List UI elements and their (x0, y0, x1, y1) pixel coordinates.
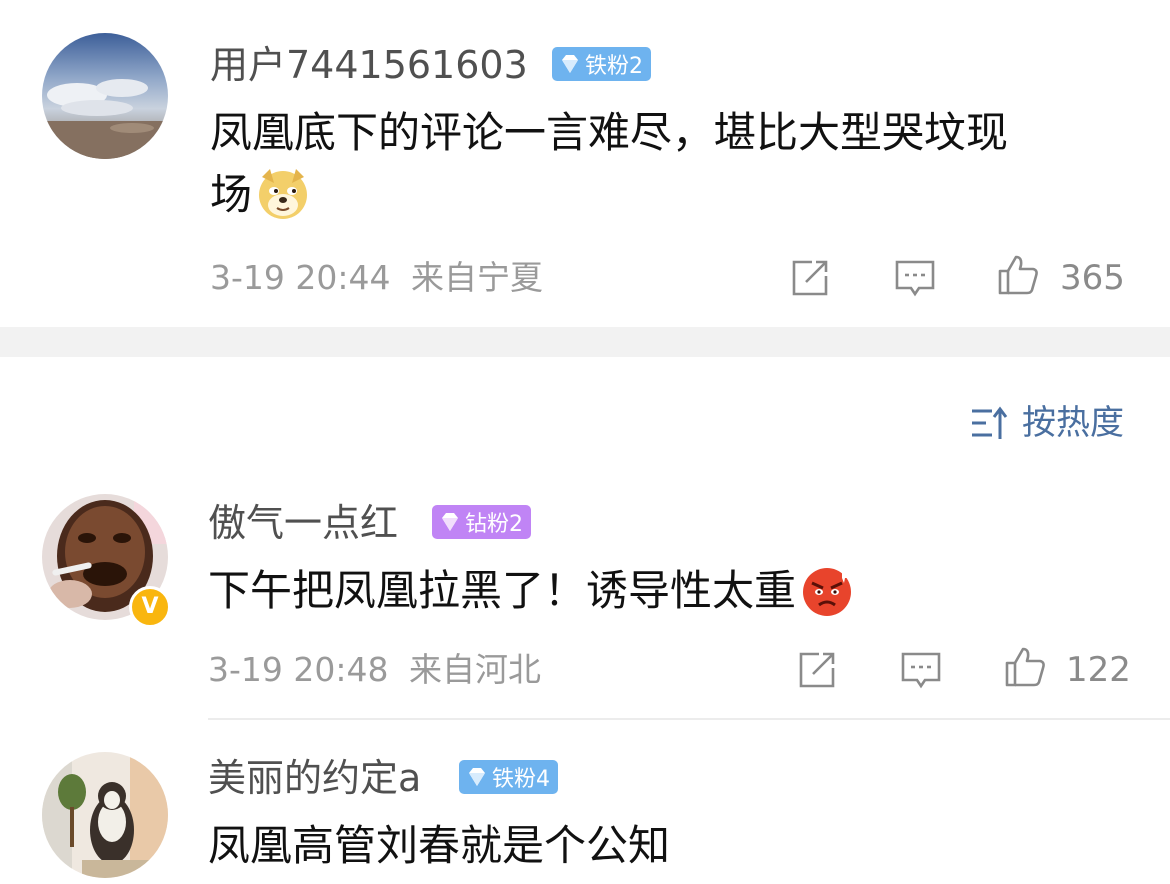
comment-divider (208, 718, 1170, 720)
like-icon[interactable] (996, 253, 1040, 297)
angry-emoji (800, 563, 854, 617)
like-icon[interactable] (1003, 645, 1047, 689)
avatar[interactable] (42, 33, 168, 159)
username[interactable]: 用户7441561603 (210, 42, 528, 88)
sort-label: 按热度 (1022, 403, 1124, 443)
comment-icon[interactable] (899, 648, 943, 692)
comment-text-continued: 场 (210, 164, 310, 226)
comment-text: 下午把凤凰拉黑了！诱导性太重 (208, 560, 854, 622)
username[interactable]: 傲气一点红 (208, 500, 398, 546)
comment-text: 凤凰高管刘春就是个公知 (208, 821, 671, 870)
comment-time: 3-19 20:48 (208, 650, 389, 689)
username[interactable]: 美丽的约定a (208, 755, 421, 801)
section-divider (0, 327, 1170, 357)
verified-badge: V (129, 586, 171, 628)
comment-meta: 3-19 20:48 来自河北 (208, 650, 541, 690)
comment-time: 3-19 20:44 (210, 258, 391, 297)
fan-badge[interactable]: 钻粉2 (432, 505, 531, 539)
comment-location: 来自宁夏 (411, 258, 543, 297)
share-icon[interactable] (788, 256, 832, 300)
comment-meta: 3-19 20:44 来自宁夏 (210, 258, 543, 298)
fan-badge-label: 铁粉2 (585, 54, 643, 79)
sort-icon (972, 406, 1008, 439)
diamond-icon (442, 513, 458, 531)
comment-text-line2: 场 (210, 170, 253, 219)
verified-label: V (141, 594, 159, 619)
comment-icon[interactable] (893, 256, 937, 300)
fan-badge-label: 铁粉4 (492, 767, 550, 792)
share-icon[interactable] (795, 648, 839, 692)
avatar[interactable] (42, 752, 168, 878)
comment-text-content: 下午把凤凰拉黑了！诱导性太重 (208, 566, 797, 615)
comment-text: 凤凰底下的评论一言难尽，堪比大型哭坟现 (210, 108, 1009, 157)
like-count: 122 (1066, 650, 1131, 690)
fan-badge[interactable]: 铁粉2 (552, 47, 651, 81)
fan-badge-label: 钻粉2 (465, 512, 523, 537)
sort-button[interactable]: 按热度 (970, 402, 1124, 444)
diamond-icon (562, 55, 578, 73)
comment-location: 来自河北 (409, 650, 541, 689)
diamond-icon (469, 768, 485, 786)
fan-badge[interactable]: 铁粉4 (459, 760, 558, 794)
doge-emoji (256, 167, 310, 221)
like-count: 365 (1060, 258, 1125, 298)
